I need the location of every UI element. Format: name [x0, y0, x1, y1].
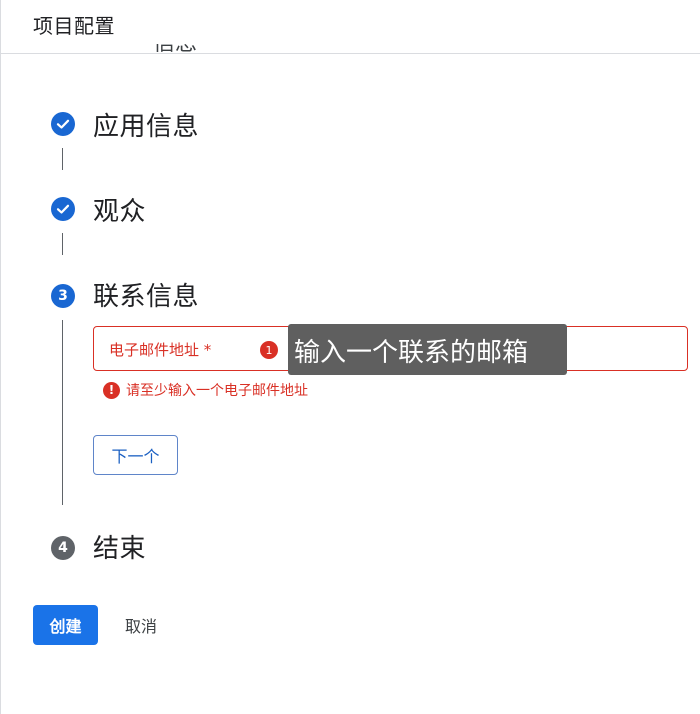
page-title: 项目配置 [33, 14, 115, 38]
create-button[interactable]: 创建 [33, 605, 98, 645]
next-button[interactable]: 下一个 [93, 435, 178, 475]
email-hint-tooltip: 输入一个联系的邮箱 [288, 324, 567, 375]
step-2-label[interactable]: 应用信息 [93, 106, 199, 143]
error-text: 请至少输入一个电子邮件地址 [126, 383, 308, 399]
step-3-check-icon [51, 197, 75, 221]
page-header: 项目配置 [1, 0, 700, 54]
cancel-button[interactable]: 取消 [111, 605, 171, 645]
step-1-label-clipped: 信息 [153, 44, 197, 64]
error-icon: ! [103, 381, 120, 399]
project-setup-page: 项目配置 信息 应用信息 观众 3 联系信息 电子邮件地址 * 1 输入一个联系… [0, 0, 700, 714]
email-error-message: ! 请至少输入一个电子邮件地址 [103, 380, 308, 400]
step-connector [62, 233, 63, 255]
step-5-label[interactable]: 结束 [93, 528, 146, 565]
step-number-badge: 4 [51, 536, 75, 560]
email-field-label: 电子邮件地址 * [109, 341, 212, 359]
step-2-check-icon [51, 112, 75, 136]
step-number-badge: 3 [51, 284, 75, 308]
step-3-label[interactable]: 观众 [93, 191, 146, 228]
step-4-label[interactable]: 联系信息 [93, 276, 199, 313]
step-connector [62, 320, 63, 505]
error-count-badge: 1 [260, 341, 278, 359]
step-connector [62, 148, 63, 170]
